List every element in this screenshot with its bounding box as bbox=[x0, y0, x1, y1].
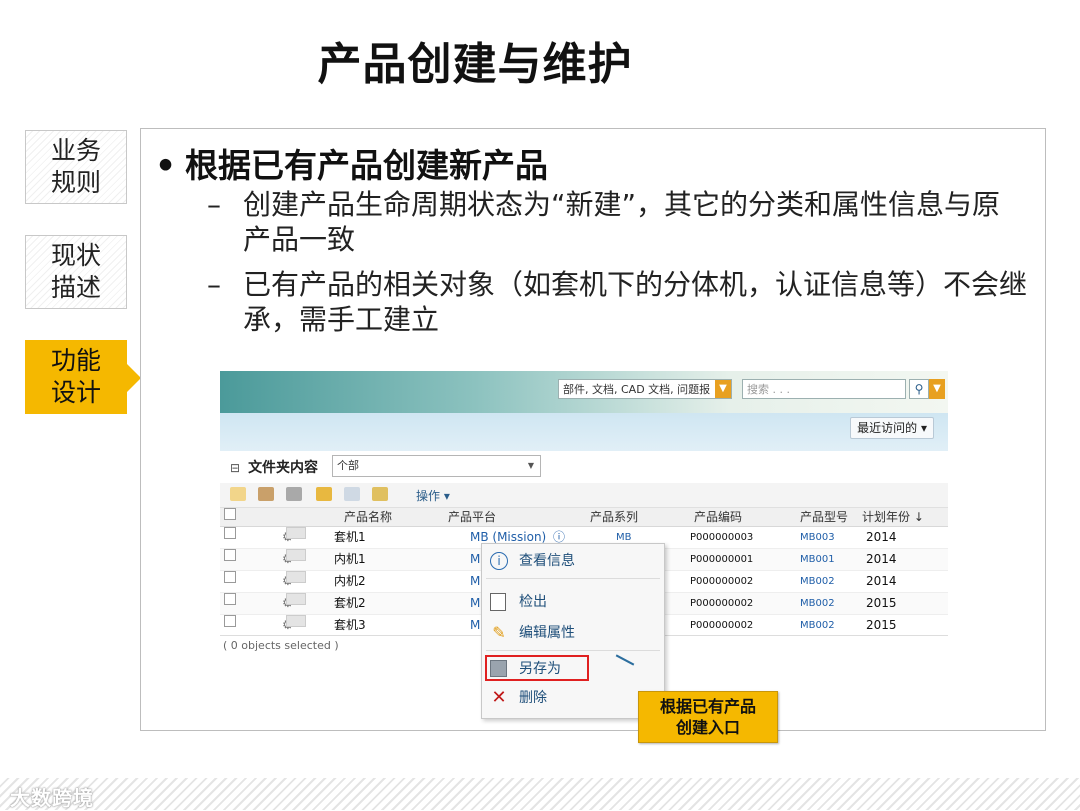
folder-title: 文件夹内容 bbox=[248, 460, 319, 476]
sub-bullet-1-text: 创建产品生命周期状态为“新建”，其它的分类和属性信息与原产品一致 bbox=[243, 188, 1001, 256]
recent-visited-button[interactable]: 最近访问的 ▾ bbox=[850, 417, 934, 439]
product-code: P000000003 bbox=[690, 532, 754, 543]
product-name[interactable]: 内机2 bbox=[334, 571, 366, 592]
menu-item-label: 检出 bbox=[519, 594, 547, 610]
table-toolbar: 操作 ▾ bbox=[220, 483, 948, 508]
menu-item-checkout[interactable]: 检出 bbox=[482, 589, 664, 615]
chevron-down-icon: ▼ bbox=[527, 461, 534, 470]
save-as-highlight bbox=[485, 655, 589, 681]
menu-item-view-info[interactable]: i 查看信息 bbox=[482, 548, 664, 574]
plan-year: 2014 bbox=[866, 530, 897, 544]
column-header[interactable]: 计划年份 ↓ bbox=[862, 508, 924, 526]
product-code: P000000002 bbox=[690, 598, 754, 609]
product-platform[interactable]: M bbox=[470, 593, 480, 614]
dash-icon: – bbox=[207, 268, 221, 301]
plan-year: 2015 bbox=[866, 618, 897, 632]
product-code: P000000001 bbox=[690, 554, 754, 565]
product-model[interactable]: MB003 bbox=[800, 527, 835, 548]
search-scope-select[interactable]: 部件, 文档, CAD 文档, 问题报 ▼ bbox=[558, 379, 732, 399]
footer-brand: 大数跨境 bbox=[10, 786, 94, 810]
product-code: P000000002 bbox=[690, 576, 754, 587]
menu-item-label: 编辑属性 bbox=[519, 625, 575, 641]
bullet-dot-icon: • bbox=[155, 146, 177, 185]
callout-note: 根据已有产品 创建入口 bbox=[638, 691, 778, 743]
cut-icon[interactable] bbox=[286, 487, 302, 501]
column-header[interactable]: 产品编码 bbox=[694, 508, 742, 526]
product-model[interactable]: MB002 bbox=[800, 593, 835, 614]
product-name[interactable]: 套机3 bbox=[334, 615, 366, 636]
pencil-icon: ✎ bbox=[492, 623, 506, 642]
collapse-icon[interactable]: ⊟ bbox=[230, 461, 240, 475]
product-name[interactable]: 套机2 bbox=[334, 593, 366, 614]
menu-item-label: 查看信息 bbox=[519, 553, 575, 569]
app-screenshot: 部件, 文档, CAD 文档, 问题报 ▼ 搜索 . . . ⚲ ▼ 最近访问的… bbox=[220, 371, 948, 719]
view-select[interactable]: 个部 ▼ bbox=[332, 455, 541, 477]
search-input[interactable]: 搜索 . . . bbox=[742, 379, 906, 399]
copy-icon[interactable] bbox=[344, 487, 360, 501]
product-model[interactable]: MB002 bbox=[800, 615, 835, 636]
menu-item-delete[interactable]: ✕ 删除 bbox=[482, 685, 664, 711]
info-icon: i bbox=[490, 552, 508, 570]
checkout-icon bbox=[490, 593, 506, 611]
column-header[interactable]: 产品平台 bbox=[448, 508, 496, 526]
settings-icon[interactable] bbox=[258, 487, 274, 501]
app-subheader: 最近访问的 ▾ bbox=[220, 413, 948, 451]
search-options-chevron-icon[interactable]: ▼ bbox=[929, 379, 945, 399]
main-bullet-text: 根据已有产品创建新产品 bbox=[185, 146, 548, 185]
product-platform[interactable]: M bbox=[470, 615, 480, 636]
table-header: 产品名称 产品平台 产品系列 产品编码 产品型号 计划年份 ↓ bbox=[220, 508, 948, 527]
view-select-value: 个部 bbox=[337, 459, 359, 472]
column-header[interactable]: 产品型号 bbox=[800, 508, 848, 526]
main-bullet: • 根据已有产品创建新产品 bbox=[155, 139, 548, 187]
app-header: 部件, 文档, CAD 文档, 问题报 ▼ 搜索 . . . ⚲ ▼ bbox=[220, 371, 948, 413]
product-model[interactable]: MB001 bbox=[800, 549, 835, 570]
column-header[interactable]: 产品名称 bbox=[344, 508, 392, 526]
delete-icon: ✕ bbox=[491, 687, 507, 708]
tab-business-rules[interactable]: 业务 规则 bbox=[25, 130, 127, 204]
menu-item-label: 删除 bbox=[519, 690, 547, 706]
product-platform[interactable]: M bbox=[470, 549, 480, 570]
menu-item-edit-attributes[interactable]: ✎ 编辑属性 bbox=[482, 620, 664, 646]
search-scope-value: 部件, 文档, CAD 文档, 问题报 bbox=[563, 383, 711, 396]
column-header[interactable]: 产品系列 bbox=[590, 508, 638, 526]
new-item-icon[interactable] bbox=[230, 487, 246, 501]
plan-year: 2015 bbox=[866, 596, 897, 610]
paste-icon[interactable] bbox=[372, 487, 388, 501]
folder-contents-header: ⊟ 文件夹内容 bbox=[230, 457, 318, 477]
product-name[interactable]: 内机1 bbox=[334, 549, 366, 570]
footer-band: 大数跨境 bbox=[0, 778, 1080, 810]
search-icon[interactable]: ⚲ bbox=[909, 379, 929, 399]
plan-year: 2014 bbox=[866, 574, 897, 588]
tab-current-status[interactable]: 现状 描述 bbox=[25, 235, 127, 309]
slide-title: 产品创建与维护 bbox=[317, 39, 633, 90]
actions-menu[interactable]: 操作 ▾ bbox=[416, 487, 450, 504]
menu-divider bbox=[486, 578, 660, 579]
sub-bullet-1: – 创建产品生命周期状态为“新建”，其它的分类和属性信息与原产品一致 bbox=[207, 187, 1027, 257]
chevron-down-icon[interactable]: ▼ bbox=[715, 380, 731, 398]
product-name[interactable]: 套机1 bbox=[334, 527, 366, 548]
menu-divider bbox=[486, 650, 660, 651]
folder-icon[interactable] bbox=[316, 487, 332, 501]
plan-year: 2014 bbox=[866, 552, 897, 566]
dash-icon: – bbox=[207, 188, 221, 221]
sub-bullet-2-text: 已有产品的相关对象（如套机下的分体机，认证信息等）不会继承，需手工建立 bbox=[243, 268, 1028, 336]
sub-bullet-2: – 已有产品的相关对象（如套机下的分体机，认证信息等）不会继承，需手工建立 bbox=[207, 267, 1027, 337]
tab-function-design[interactable]: 功能 设计 bbox=[25, 340, 141, 414]
product-platform[interactable]: M bbox=[470, 571, 480, 592]
product-model[interactable]: MB002 bbox=[800, 571, 835, 592]
product-code: P000000002 bbox=[690, 620, 754, 631]
